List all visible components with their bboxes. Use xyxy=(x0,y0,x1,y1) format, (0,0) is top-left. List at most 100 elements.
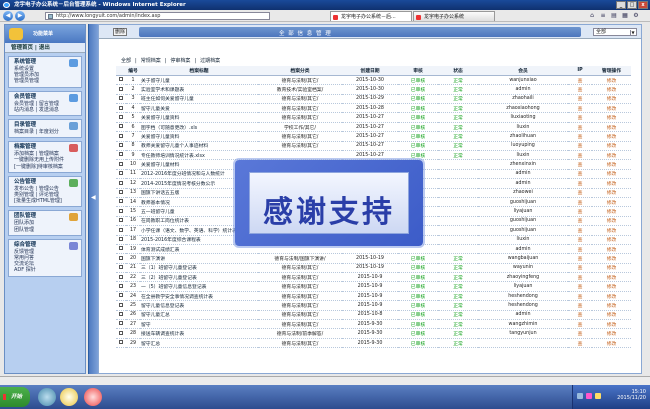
row-ip-link[interactable]: 查 xyxy=(568,206,592,217)
tab-site[interactable]: 龙宇电子办公系统 xyxy=(413,11,495,21)
address-bar[interactable]: http://www.longyuit.com/admin/index.asp xyxy=(45,12,270,20)
row-edit-link[interactable]: 修改 xyxy=(592,291,631,302)
row-checkbox[interactable] xyxy=(119,246,123,251)
row-edit-link[interactable]: 修改 xyxy=(592,235,631,245)
row-title[interactable]: 专任教师培训情况统计表.xlsx xyxy=(140,150,258,161)
row-title[interactable]: 留守儿童关爱 xyxy=(140,103,258,114)
row-ip-link[interactable]: 查 xyxy=(568,112,592,123)
sidebar-item[interactable]: [一键删除]待审核档案 xyxy=(14,164,81,170)
row-checkbox[interactable] xyxy=(119,265,123,270)
browser-taskbar-icon[interactable] xyxy=(38,388,56,406)
print-icon[interactable]: ▤ xyxy=(610,11,618,20)
row-checkbox[interactable] xyxy=(119,255,123,260)
row-edit-link[interactable]: 修改 xyxy=(592,178,631,189)
row-edit-link[interactable]: 修改 xyxy=(592,272,631,283)
category-link[interactable]: 常规档案 xyxy=(141,58,161,64)
row-checkbox[interactable] xyxy=(119,199,123,204)
row-checkbox[interactable] xyxy=(119,133,123,138)
row-edit-link[interactable]: 修改 xyxy=(592,263,631,274)
row-edit-link[interactable]: 修改 xyxy=(592,75,631,86)
row-edit-link[interactable]: 修改 xyxy=(592,159,631,170)
network-icon[interactable] xyxy=(577,393,583,399)
sidebar-splitter[interactable]: ◀ xyxy=(88,24,98,374)
home-icon[interactable]: ⌂ xyxy=(588,11,596,20)
row-title[interactable]: 关于留守儿童 xyxy=(140,75,258,86)
sidebar-item[interactable]: ADF 探针 xyxy=(14,267,81,273)
volume-icon[interactable] xyxy=(595,393,601,399)
row-ip-link[interactable]: 查 xyxy=(568,291,592,302)
folder-taskbar-icon[interactable] xyxy=(60,388,78,406)
category-link[interactable]: 全部 xyxy=(121,58,131,64)
forward-button[interactable]: ▶ xyxy=(15,11,25,21)
row-ip-link[interactable]: 查 xyxy=(568,225,592,236)
row-title[interactable]: 班主任如何关爱留守儿童 xyxy=(140,94,258,105)
row-checkbox[interactable] xyxy=(119,302,123,307)
tab-admin[interactable]: 龙宇电子办公系统－后... xyxy=(330,11,412,21)
row-edit-link[interactable]: 修改 xyxy=(592,84,631,95)
row-edit-link[interactable]: 修改 xyxy=(592,225,631,236)
tools-icon[interactable]: ⚙ xyxy=(632,11,640,20)
row-checkbox[interactable] xyxy=(119,283,123,288)
row-title[interactable]: 三（1）班留守儿童登记表 xyxy=(140,263,258,274)
row-edit-link[interactable]: 修改 xyxy=(592,244,631,255)
row-ip-link[interactable]: 查 xyxy=(568,338,592,349)
row-title[interactable]: 留守儿童汇总 xyxy=(140,310,258,321)
sidebar-item[interactable]: 站内消息 | 发送消息 xyxy=(14,107,81,113)
row-title[interactable]: 关爱留守儿童资料 xyxy=(140,112,258,123)
row-checkbox[interactable] xyxy=(119,293,123,298)
row-ip-link[interactable]: 查 xyxy=(568,131,592,142)
delete-button[interactable]: 删除 xyxy=(113,28,127,36)
row-edit-link[interactable]: 修改 xyxy=(592,328,631,339)
row-edit-link[interactable]: 修改 xyxy=(592,112,631,123)
row-edit-link[interactable]: 修改 xyxy=(592,216,631,227)
row-checkbox[interactable] xyxy=(119,236,123,241)
row-ip-link[interactable]: 查 xyxy=(568,178,592,189)
row-ip-link[interactable]: 查 xyxy=(568,244,592,255)
row-ip-link[interactable]: 查 xyxy=(568,235,592,245)
row-title[interactable]: 教师关爱留守儿童个人事迹材料 xyxy=(140,141,258,152)
row-checkbox[interactable] xyxy=(119,180,123,185)
row-checkbox[interactable] xyxy=(119,274,123,279)
row-ip-link[interactable]: 查 xyxy=(568,141,592,152)
row-title[interactable]: 实验室学术和课题表 xyxy=(140,84,258,95)
row-title[interactable]: 国旗下演讲 xyxy=(140,253,258,264)
row-ip-link[interactable]: 查 xyxy=(568,122,592,133)
row-ip-link[interactable]: 查 xyxy=(568,300,592,311)
row-edit-link[interactable]: 修改 xyxy=(592,103,631,114)
row-checkbox[interactable] xyxy=(119,105,123,110)
row-checkbox[interactable] xyxy=(119,340,123,345)
row-ip-link[interactable]: 查 xyxy=(568,94,592,105)
row-ip-link[interactable]: 查 xyxy=(568,281,592,292)
row-checkbox[interactable] xyxy=(119,218,123,223)
row-edit-link[interactable]: 修改 xyxy=(592,319,631,330)
row-ip-link[interactable]: 查 xyxy=(568,150,592,161)
row-edit-link[interactable]: 修改 xyxy=(592,131,631,142)
row-ip-link[interactable]: 查 xyxy=(568,188,592,198)
row-title[interactable]: 图字档（可随意更改）.xls xyxy=(140,122,258,133)
filter-select[interactable]: 全部 ▼ xyxy=(593,28,637,36)
row-checkbox[interactable] xyxy=(119,171,123,176)
feed-icon[interactable]: ≡ xyxy=(599,11,607,20)
row-edit-link[interactable]: 修改 xyxy=(592,188,631,198)
row-checkbox[interactable] xyxy=(119,208,123,213)
row-title[interactable]: 留守儿童信息登记表 xyxy=(140,300,258,311)
row-checkbox[interactable] xyxy=(119,161,123,166)
row-checkbox[interactable] xyxy=(119,86,123,91)
row-edit-link[interactable]: 修改 xyxy=(592,206,631,217)
row-edit-link[interactable]: 修改 xyxy=(592,150,631,161)
row-title[interactable]: 留守汇总 xyxy=(140,338,258,349)
category-link[interactable]: 停审档案 xyxy=(170,58,190,64)
sidebar-item[interactable]: [批量生成HTML管理] xyxy=(14,198,81,204)
row-ip-link[interactable]: 查 xyxy=(568,253,592,264)
close-button[interactable]: x xyxy=(638,1,648,9)
row-edit-link[interactable]: 修改 xyxy=(592,169,631,180)
row-title[interactable]: 一（5）班留守儿童信息登记表 xyxy=(140,281,258,292)
row-title[interactable]: 接送车辆调查统计表 xyxy=(140,328,258,339)
row-ip-link[interactable]: 查 xyxy=(568,159,592,170)
row-checkbox[interactable] xyxy=(119,312,123,317)
row-ip-link[interactable]: 查 xyxy=(568,103,592,114)
minimize-button[interactable]: _ xyxy=(616,1,626,9)
page-menu-icon[interactable]: ▦ xyxy=(621,11,629,20)
collapse-arrow-icon[interactable]: ◀ xyxy=(91,194,96,201)
row-edit-link[interactable]: 修改 xyxy=(592,141,631,152)
